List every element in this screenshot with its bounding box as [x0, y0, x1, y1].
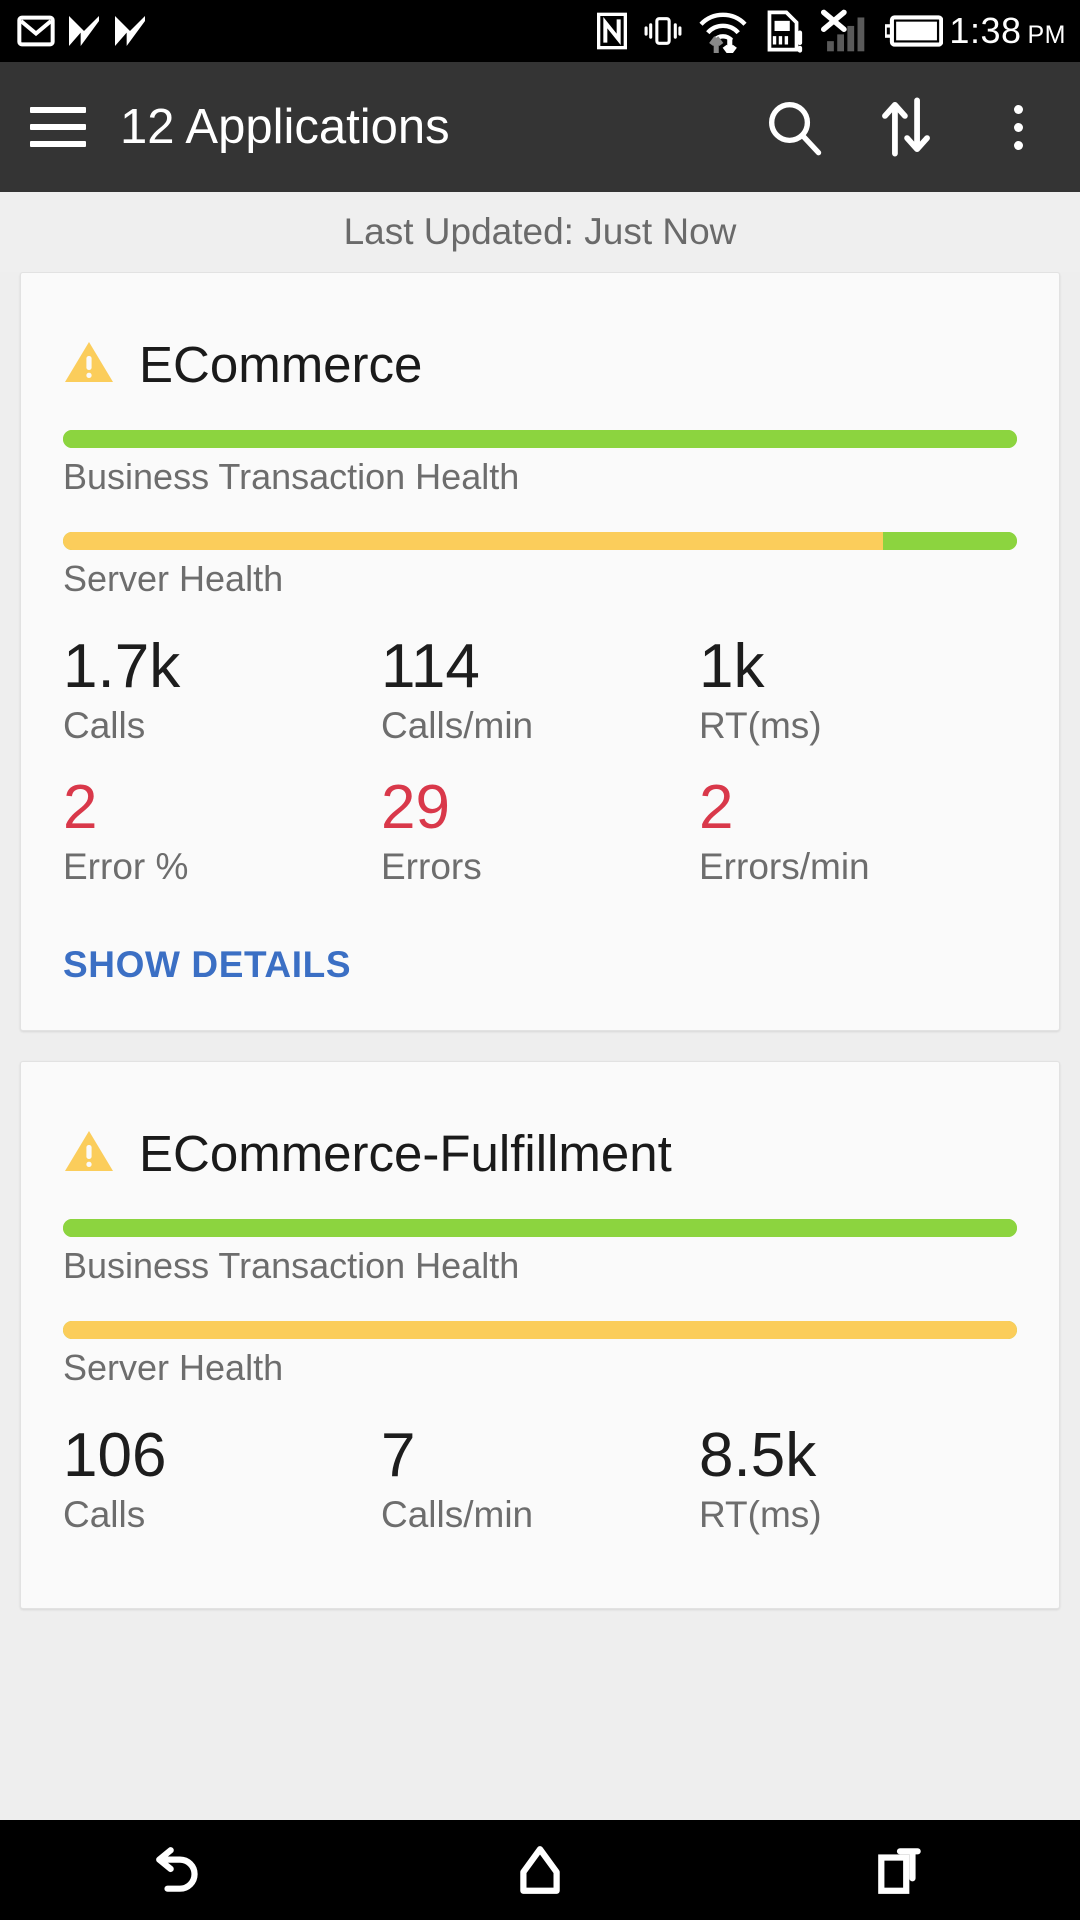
hamburger-line — [30, 107, 86, 113]
application-card[interactable]: ECommerce-Fulfillment Business Transactio… — [20, 1061, 1060, 1610]
sort-button[interactable] — [874, 95, 938, 159]
system-navigation-bar — [0, 1820, 1080, 1920]
status-bar-system-icons — [595, 9, 944, 53]
metrics-row: 106 Calls 7 Calls/min 8.5k RT(ms) — [63, 1423, 1017, 1536]
search-button[interactable] — [762, 95, 826, 159]
application-card[interactable]: ECommerce Business Transaction Health Serv… — [20, 272, 1060, 1032]
more-vertical-icon — [1013, 104, 1023, 150]
gmail-icon — [17, 15, 55, 47]
show-details-link[interactable]: SHOW DETAILS — [63, 898, 1017, 1030]
health-bar-segment — [63, 430, 1017, 448]
health-bar-segment — [63, 1321, 1017, 1340]
dot — [1013, 122, 1023, 132]
metric-value: 8.5k — [699, 1421, 817, 1491]
home-icon — [520, 1846, 560, 1894]
sim-card-alert-icon — [768, 10, 803, 53]
overflow-menu-button[interactable] — [986, 95, 1050, 159]
metric-value: 2 — [63, 773, 98, 843]
status-bar: 1:38 PM — [0, 0, 1080, 62]
status-bar-notification-icons — [14, 11, 150, 51]
back-button[interactable] — [120, 1820, 240, 1920]
hamburger-line — [30, 124, 86, 130]
metric: 2 Error % — [63, 775, 381, 888]
metric-label: Calls/min — [381, 1494, 534, 1536]
metric: 114 Calls/min — [381, 634, 699, 747]
metric-value: 1k — [699, 632, 765, 701]
metric: 2 Errors/min — [699, 775, 1017, 888]
status-bar-clock: 1:38 PM — [949, 10, 1066, 52]
recent-apps-icon — [878, 1848, 921, 1894]
health-bar-label: Server Health — [63, 558, 284, 599]
health-bar-segment — [63, 1219, 1017, 1238]
home-button[interactable] — [480, 1820, 600, 1920]
metric-label: Calls — [63, 1494, 146, 1536]
health-bar-label: Server Health — [63, 1347, 284, 1389]
health-bar-segment — [63, 532, 884, 550]
health-bar-segment — [883, 532, 1017, 550]
card-header: ECommerce — [63, 273, 1017, 430]
health-bar-label: Business Transaction Health — [63, 1245, 520, 1287]
metric-label: Calls/min — [381, 705, 534, 747]
hamburger-line — [30, 141, 86, 147]
search-icon — [769, 102, 822, 156]
app-logo-icon-2 — [115, 16, 145, 46]
hamburger-menu-icon[interactable] — [30, 107, 86, 147]
metric-label: RT(ms) — [699, 705, 822, 747]
metric: 29 Errors — [381, 775, 699, 888]
metrics-row: 2 Error % 29 Errors 2 Errors/min — [63, 775, 1017, 888]
app-bar: 12 Applications — [0, 62, 1080, 192]
warning-triangle-icon — [65, 342, 113, 382]
no-signal-icon — [821, 9, 865, 52]
nfc-icon — [597, 12, 628, 50]
metric-value: 106 — [63, 1421, 167, 1491]
metric-value: 7 — [381, 1421, 416, 1491]
warning-triangle-icon — [65, 1131, 113, 1172]
sort-arrows-icon — [882, 97, 930, 157]
dot — [1013, 140, 1023, 150]
clock-time: 1:38 — [949, 10, 1022, 51]
metric: 1k RT(ms) — [699, 634, 1017, 747]
health-bar — [63, 430, 1017, 448]
metric: 8.5k RT(ms) — [699, 1423, 1017, 1536]
metric: 1.7k Calls — [63, 634, 381, 747]
metric-label: Calls — [63, 705, 146, 747]
card-header: ECommerce-Fulfillment — [63, 1062, 1017, 1219]
application-list[interactable]: ECommerce Business Transaction Health Serv… — [0, 272, 1080, 1820]
app-logo-icon — [69, 16, 99, 46]
metric-label: Errors — [381, 846, 482, 888]
metric-value: 114 — [381, 632, 480, 701]
battery-icon — [885, 15, 944, 47]
metric-label: Error % — [63, 846, 189, 888]
application-name: ECommerce — [139, 336, 423, 393]
metric-value: 2 — [699, 773, 734, 843]
last-updated-text: Last Updated: Just Now — [343, 211, 737, 252]
health-bar — [63, 1321, 1017, 1340]
metric-value: 1.7k — [63, 632, 181, 701]
metric-label: RT(ms) — [699, 1494, 822, 1536]
card-bottom-spacer — [63, 1564, 1017, 1608]
dot — [1013, 104, 1023, 114]
application-name: ECommerce-Fulfillment — [139, 1125, 672, 1183]
metric: 7 Calls/min — [381, 1423, 699, 1536]
metrics-row: 1.7k Calls 114 Calls/min 1k RT(ms) — [63, 634, 1017, 747]
metric-value: 29 — [381, 773, 450, 843]
metric-label: Errors/min — [699, 846, 870, 888]
phone-screen: 1:38 PM 12 Applications Last Updated: Ju… — [0, 0, 1080, 1920]
health-bar-label: Business Transaction Health — [63, 456, 520, 497]
clock-ampm: PM — [1027, 21, 1066, 49]
wifi-data-icon — [699, 12, 748, 53]
vibrate-icon — [644, 17, 682, 45]
last-updated-bar: Last Updated: Just Now — [0, 192, 1080, 272]
app-bar-actions — [762, 95, 1050, 159]
recent-apps-button[interactable] — [840, 1820, 960, 1920]
back-arrow-icon — [156, 1847, 198, 1892]
page-title: 12 Applications — [120, 100, 450, 154]
health-bar — [63, 532, 1017, 550]
metric: 106 Calls — [63, 1423, 381, 1536]
health-bar — [63, 1219, 1017, 1238]
